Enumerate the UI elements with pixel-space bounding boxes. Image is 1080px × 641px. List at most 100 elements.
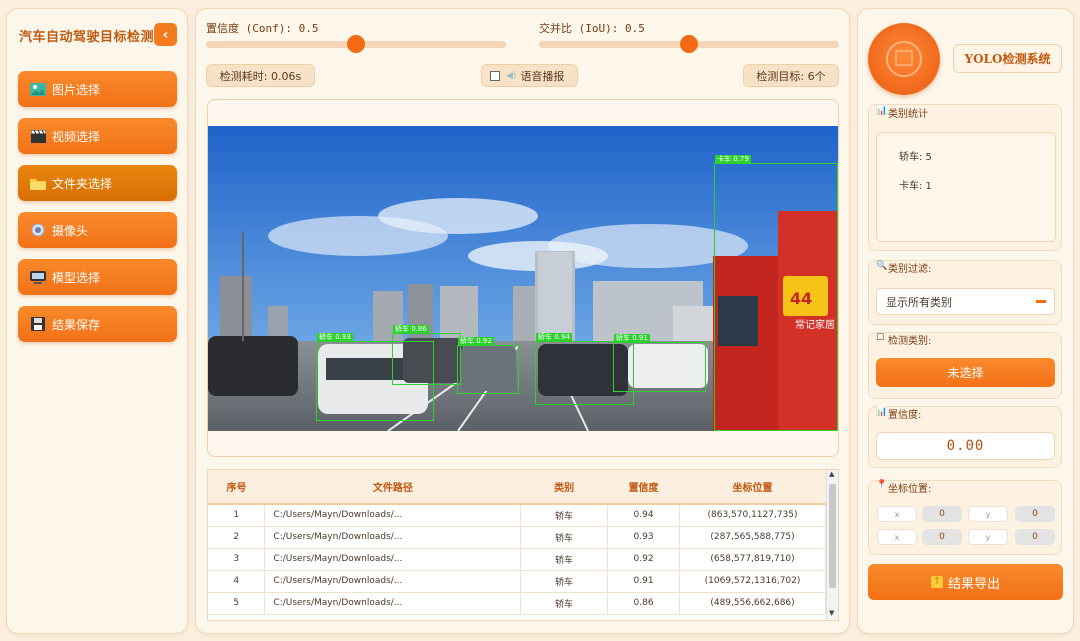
export-label: 结果导出 (947, 576, 1000, 592)
iou-slider[interactable] (539, 35, 839, 53)
detect-class-label: 未选择 (947, 366, 984, 380)
image-display: 44 常记家居 卡车 0.79 轿车 0.93 轿车 0.86 轿车 0.92 … (207, 99, 839, 457)
row-conf: 0.92 (607, 548, 681, 571)
coord-label-y2: y (968, 529, 1008, 545)
conf-slider-handle[interactable] (347, 35, 365, 53)
confidence-value: 0.00 (876, 432, 1055, 460)
logo (868, 23, 940, 95)
detection-box-truck: 卡车 0.79 (714, 155, 838, 431)
upload-icon: ↑ (930, 576, 943, 588)
row-class: 轿车 (520, 526, 609, 549)
detection-image: 44 常记家居 卡车 0.79 轿车 0.93 轿车 0.86 轿车 0.92 … (208, 126, 838, 431)
detect-class-button[interactable]: 未选择 (876, 358, 1055, 387)
iou-slider-handle[interactable] (680, 35, 698, 53)
row-index: 5 (208, 592, 266, 615)
table-row[interactable]: 1 C:/Users/Mayn/Downloads/... 轿车 0.94 (8… (208, 504, 826, 527)
scroll-up-icon[interactable]: ▲ (829, 470, 834, 478)
col-conf[interactable]: 置信度 (607, 470, 680, 505)
filter-value: 显示所有类别 (886, 295, 952, 309)
row-conf: 0.86 (607, 592, 681, 615)
row-coords: (863,570,1127,735) (679, 504, 826, 527)
detection-box-car-2: 轿车 0.86 (392, 325, 461, 385)
camera-button[interactable]: 摄像头 (18, 212, 177, 248)
video-select-button[interactable]: 视频选择 (18, 118, 177, 154)
floppy-icon (30, 317, 46, 331)
voice-label: 语音播报 (520, 69, 565, 83)
detection-label-car-4: 轿车 0.94 (536, 333, 572, 342)
col-index[interactable]: 序号 (208, 470, 265, 505)
conf-slider[interactable] (206, 35, 506, 53)
results-table[interactable]: 序号 文件路径 类别 置信度 坐标位置 1 C:/Users/Mayn/Down… (207, 469, 839, 621)
model-select-button[interactable]: 模型选择 (18, 259, 177, 295)
table-row[interactable]: 3 C:/Users/Mayn/Downloads/... 轿车 0.92 (6… (208, 548, 826, 571)
detect-title: 检测类别: (888, 336, 932, 347)
count-label: 检测目标: 6个 (756, 69, 826, 83)
pin-icon: 📍 (876, 480, 888, 490)
detection-label-car-2: 轿车 0.86 (393, 325, 429, 334)
voice-checkbox[interactable] (490, 70, 500, 81)
coord-title: 坐标位置: (888, 484, 932, 495)
row-coords: (658,577,819,710) (679, 548, 826, 571)
right-panel: YOLO检测系统 📊 类别统计 轿车: 5 卡车: 1 🔍 类别过滤: 显示所有… (857, 8, 1074, 634)
count-chip: 检测目标: 6个 (743, 64, 839, 87)
row-path: C:/Users/Mayn/Downloads/... (264, 526, 522, 549)
stats-box: 轿车: 5 卡车: 1 (876, 132, 1056, 242)
row-conf: 0.94 (607, 504, 681, 527)
conf-title: 置信度: (888, 410, 922, 421)
table-scrollbar[interactable]: ▲ ▼ (826, 470, 838, 620)
save-result-button[interactable]: 结果保存 (18, 306, 177, 342)
row-class: 轿车 (520, 504, 609, 527)
col-class[interactable]: 类别 (520, 470, 608, 505)
detection-label-truck: 卡车 0.79 (715, 155, 751, 164)
bar-chart-icon: 📊 (876, 106, 888, 116)
detection-label-car-1: 轿车 0.93 (317, 333, 353, 342)
speaker-icon: ◀) (506, 70, 517, 81)
coord-label-x1: x (877, 506, 917, 522)
coord-label-x2: x (877, 529, 917, 545)
system-title: YOLO检测系统 (953, 44, 1062, 73)
scroll-down-icon[interactable]: ▼ (829, 609, 834, 617)
export-button[interactable]: ↑ 结果导出 (868, 564, 1063, 600)
row-coords: (287,565,588,775) (679, 526, 826, 549)
image-select-label: 图片选择 (52, 82, 101, 97)
image-select-button[interactable]: 图片选择 (18, 71, 177, 107)
table-row[interactable]: 4 C:/Users/Mayn/Downloads/... 轿车 0.91 (1… (208, 570, 826, 593)
search-icon: 🔍 (876, 261, 888, 271)
class-filter-select[interactable]: 显示所有类别 (876, 288, 1055, 315)
col-coords[interactable]: 坐标位置 (679, 470, 826, 505)
row-class: 轿车 (520, 592, 609, 615)
row-path: C:/Users/Mayn/Downloads/... (264, 504, 522, 527)
save-result-label: 结果保存 (52, 317, 101, 332)
folder-icon (30, 176, 46, 190)
row-class: 轿车 (520, 548, 609, 571)
folder-select-button[interactable]: 文件夹选择 (18, 165, 177, 201)
clapperboard-icon (30, 129, 46, 143)
coord-value-x2: 0 (922, 529, 962, 545)
computer-icon (30, 270, 46, 284)
table-row[interactable]: 2 C:/Users/Mayn/Downloads/... 轿车 0.93 (2… (208, 526, 826, 549)
table-row[interactable]: 5 C:/Users/Mayn/Downloads/... 轿车 0.86 (4… (208, 592, 826, 615)
scrollbar-thumb[interactable] (829, 484, 836, 588)
col-path[interactable]: 文件路径 (264, 470, 521, 505)
row-path: C:/Users/Mayn/Downloads/... (264, 570, 522, 593)
detection-box-car-5: 轿车 0.91 (613, 334, 706, 392)
time-label: 检测耗时: 0.06s (219, 69, 302, 83)
row-conf: 0.91 (607, 570, 681, 593)
stat-sedan: 轿车: 5 (899, 152, 932, 163)
collapse-sidebar-button[interactable]: ‹ (154, 23, 177, 46)
stats-title: 类别统计 (888, 109, 928, 120)
detection-box-car-3: 轿车 0.92 (457, 337, 519, 394)
voice-toggle[interactable]: ◀) 语音播报 (481, 64, 578, 87)
iou-slider-label: 交并比 (IoU): 0.5 (539, 22, 645, 35)
row-conf: 0.93 (607, 526, 681, 549)
coord-value-y2: 0 (1015, 529, 1055, 545)
left-sidebar: 汽车自动驾驶目标检测 ‹ 图片选择 视频选择 文件夹选择 摄像头 模型选择 结果… (6, 8, 188, 634)
stat-truck: 卡车: 1 (899, 181, 932, 192)
row-index: 1 (208, 504, 266, 527)
row-index: 4 (208, 570, 266, 593)
camera-icon (30, 223, 46, 237)
row-path: C:/Users/Mayn/Downloads/... (264, 592, 522, 615)
conf-slider-label: 置信度 (Conf): 0.5 (206, 22, 319, 35)
coord-value-y1: 0 (1015, 506, 1055, 522)
row-index: 3 (208, 548, 266, 571)
